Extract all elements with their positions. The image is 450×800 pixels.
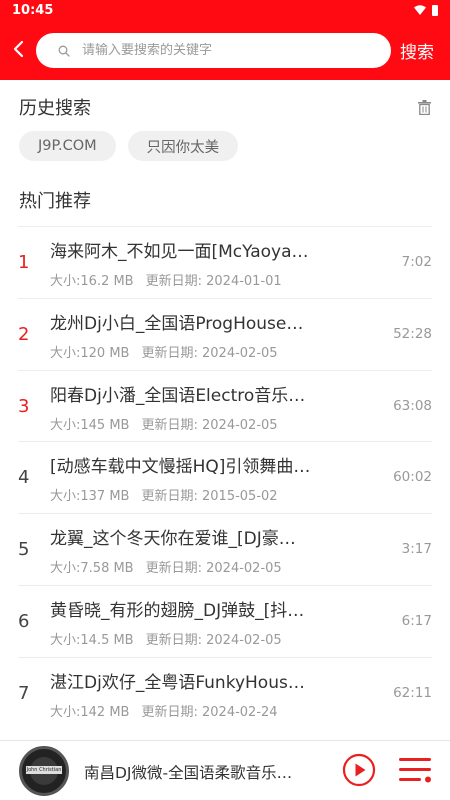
song-date: 更新日期: 2024-02-05 [145, 561, 282, 577]
song-duration: 62:11 [393, 684, 432, 701]
song-row[interactable]: 4 [动感车载中文慢摇HQ]引领舞曲… 大小:137 MB 更新日期: 2015-… [18, 441, 432, 513]
song-title: 海来阿木_不如见一面[McYaoya… [50, 242, 309, 262]
wifi-icon [414, 5, 426, 15]
song-size: 大小:120 MB [50, 345, 130, 361]
song-duration: 7:02 [401, 254, 432, 270]
song-title: [动感车载中文慢摇HQ]引领舞曲… [50, 457, 311, 478]
song-size: 大小:14.5 MB [50, 632, 134, 648]
song-row[interactable]: 3 阳春Dj小潘_全国语Electro音乐… 大小:145 MB 更新日期: 20… [18, 369, 432, 442]
song-rank: 4 [18, 467, 30, 489]
hot-title: 热门推荐 [19, 191, 91, 212]
trash-icon[interactable] [418, 100, 431, 115]
song-title: 湛江Dj欢仔_全粤语FunkyHous… [50, 672, 305, 693]
song-meta: 大小:14.5 MB 更新日期: 2024-02-05 [50, 629, 282, 648]
play-icon[interactable] [342, 753, 376, 787]
song-row[interactable]: 1 海来阿木_不如见一面[McYaoya… 大小:16.2 MB 更新日期: 20… [18, 226, 432, 298]
song-rank: 7 [18, 682, 30, 704]
song-meta: 大小:120 MB 更新日期: 2024-02-05 [50, 342, 278, 361]
status-icons [414, 4, 438, 16]
song-meta: 大小:16.2 MB 更新日期: 2024-01-01 [50, 270, 282, 289]
song-size: 大小:145 MB [50, 417, 130, 433]
history-chips: J9P.COM 只因你太美 [19, 131, 239, 161]
song-size: 大小:142 MB [50, 704, 130, 720]
album-cover[interactable]: John Christian [19, 746, 69, 796]
song-rank: 1 [18, 252, 30, 273]
back-arrow-icon[interactable] [8, 36, 30, 62]
song-date: 更新日期: 2015-05-02 [141, 489, 278, 505]
song-duration: 52:28 [393, 325, 432, 342]
song-size: 大小:137 MB [50, 489, 130, 505]
hot-list: 1 海来阿木_不如见一面[McYaoya… 大小:16.2 MB 更新日期: 20… [0, 226, 450, 729]
mini-player[interactable]: John Christian 南昌DJ微微-全国语柔歌音乐… [0, 740, 450, 800]
search-input[interactable] [82, 43, 362, 58]
battery-icon [432, 4, 438, 16]
song-size: 大小:16.2 MB [50, 274, 134, 289]
song-date: 更新日期: 2024-02-24 [141, 704, 278, 720]
history-chip[interactable]: 只因你太美 [127, 131, 239, 161]
album-cover-label: John Christian [26, 766, 62, 774]
song-duration: 3:17 [401, 541, 432, 558]
search-icon [58, 45, 70, 57]
song-row[interactable]: 2 龙州Dj小白_全国语ProgHouse… 大小:120 MB 更新日期: 20… [18, 297, 432, 370]
search-button[interactable]: 搜索 [400, 38, 434, 63]
app-header: 10:45 搜索 [0, 0, 450, 80]
search-box[interactable] [36, 33, 391, 68]
song-meta: 大小:142 MB 更新日期: 2024-02-24 [50, 701, 278, 720]
song-duration: 60:02 [393, 469, 432, 486]
song-duration: 6:17 [401, 612, 432, 629]
song-meta: 大小:7.58 MB 更新日期: 2024-02-05 [50, 557, 282, 576]
now-playing-title[interactable]: 南昌DJ微微-全国语柔歌音乐… [84, 761, 314, 783]
song-meta: 大小:137 MB 更新日期: 2015-05-02 [50, 485, 278, 504]
song-rank: 6 [18, 610, 30, 632]
song-date: 更新日期: 2024-02-05 [145, 632, 282, 648]
song-date: 更新日期: 2024-02-05 [141, 417, 278, 433]
song-duration: 63:08 [393, 397, 432, 414]
history-title: 历史搜索 [19, 98, 91, 119]
song-row[interactable]: 7 湛江Dj欢仔_全粤语FunkyHous… 大小:142 MB 更新日期: 20… [18, 656, 432, 729]
history-chip[interactable]: J9P.COM [19, 131, 116, 161]
song-rank: 5 [18, 539, 30, 561]
song-meta: 大小:145 MB 更新日期: 2024-02-05 [50, 414, 278, 433]
status-time: 10:45 [12, 3, 54, 18]
song-row[interactable]: 5 龙翼_这个冬天你在爱谁_[DJ豪… 大小:7.58 MB 更新日期: 2024… [18, 513, 432, 585]
song-rank: 3 [18, 395, 30, 417]
song-row[interactable]: 6 黄昏晓_有形的翅膀_DJ弹鼓_[抖… 大小:14.5 MB 更新日期: 202… [18, 584, 432, 657]
song-date: 更新日期: 2024-01-01 [145, 274, 282, 289]
playlist-icon[interactable] [399, 755, 433, 785]
song-title: 龙翼_这个冬天你在爱谁_[DJ豪… [50, 529, 296, 550]
status-bar: 10:45 [0, 0, 450, 22]
song-title: 黄昏晓_有形的翅膀_DJ弹鼓_[抖… [50, 600, 305, 621]
song-title: 阳春Dj小潘_全国语Electro音乐… [50, 385, 306, 406]
song-title: 龙州Dj小白_全国语ProgHouse… [50, 313, 304, 334]
song-size: 大小:7.58 MB [50, 561, 134, 577]
song-date: 更新日期: 2024-02-05 [141, 345, 278, 361]
song-rank: 2 [18, 323, 30, 345]
